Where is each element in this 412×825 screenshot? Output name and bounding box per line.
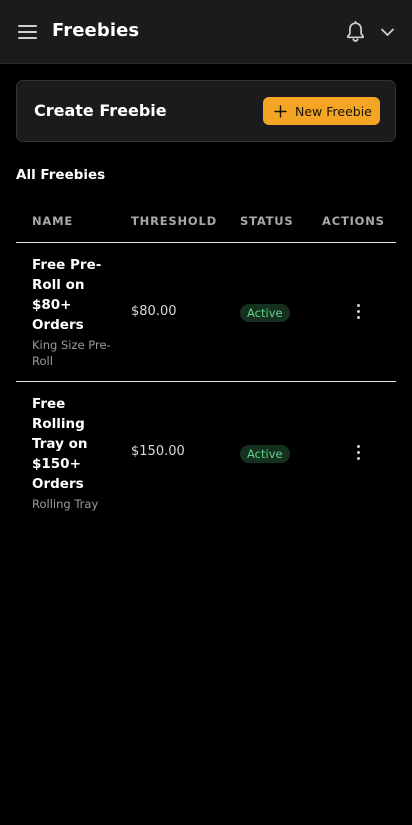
- more-vertical-icon[interactable]: [354, 445, 362, 461]
- page-title: Freebies: [52, 20, 140, 41]
- freebie-name-cell: Free Rolling Tray on $150+ Orders Rollin…: [32, 394, 112, 512]
- table-row[interactable]: Free Rolling Tray on $150+ Orders Rollin…: [16, 382, 396, 522]
- hamburger-menu-icon[interactable]: [18, 23, 38, 41]
- freebie-name: Free Pre-Roll on $80+ Orders: [32, 257, 102, 333]
- freebie-threshold: $150.00: [131, 444, 185, 459]
- status-badge: Active: [240, 304, 290, 322]
- plus-icon: [274, 104, 287, 118]
- freebie-name-cell: Free Pre-Roll on $80+ Orders King Size P…: [32, 255, 112, 369]
- column-header-actions: ACTIONS: [322, 214, 385, 228]
- table-row[interactable]: Free Pre-Roll on $80+ Orders King Size P…: [16, 243, 396, 382]
- column-header-status: STATUS: [240, 214, 294, 228]
- create-freebie-card: Create Freebie New Freebie: [16, 80, 396, 142]
- new-freebie-button-label: New Freebie: [295, 103, 372, 119]
- table-header: NAME THRESHOLD STATUS ACTIONS: [16, 200, 396, 243]
- freebie-product: King Size Pre-Roll: [32, 338, 111, 368]
- freebie-name: Free Rolling Tray on $150+ Orders: [32, 396, 88, 492]
- freebie-threshold: $80.00: [131, 304, 177, 319]
- bell-icon[interactable]: [345, 21, 366, 43]
- section-title: All Freebies: [16, 167, 106, 183]
- create-freebie-title: Create Freebie: [34, 101, 167, 120]
- chevron-down-icon[interactable]: [380, 26, 395, 38]
- top-bar: Freebies: [0, 0, 412, 64]
- more-vertical-icon[interactable]: [354, 304, 362, 320]
- column-header-name: NAME: [32, 214, 74, 228]
- new-freebie-button[interactable]: New Freebie: [263, 97, 380, 125]
- freebie-product: Rolling Tray: [32, 497, 99, 511]
- column-header-threshold: THRESHOLD: [131, 214, 217, 228]
- freebies-table: NAME THRESHOLD STATUS ACTIONS Free Pre-R…: [16, 200, 396, 522]
- status-badge: Active: [240, 445, 290, 463]
